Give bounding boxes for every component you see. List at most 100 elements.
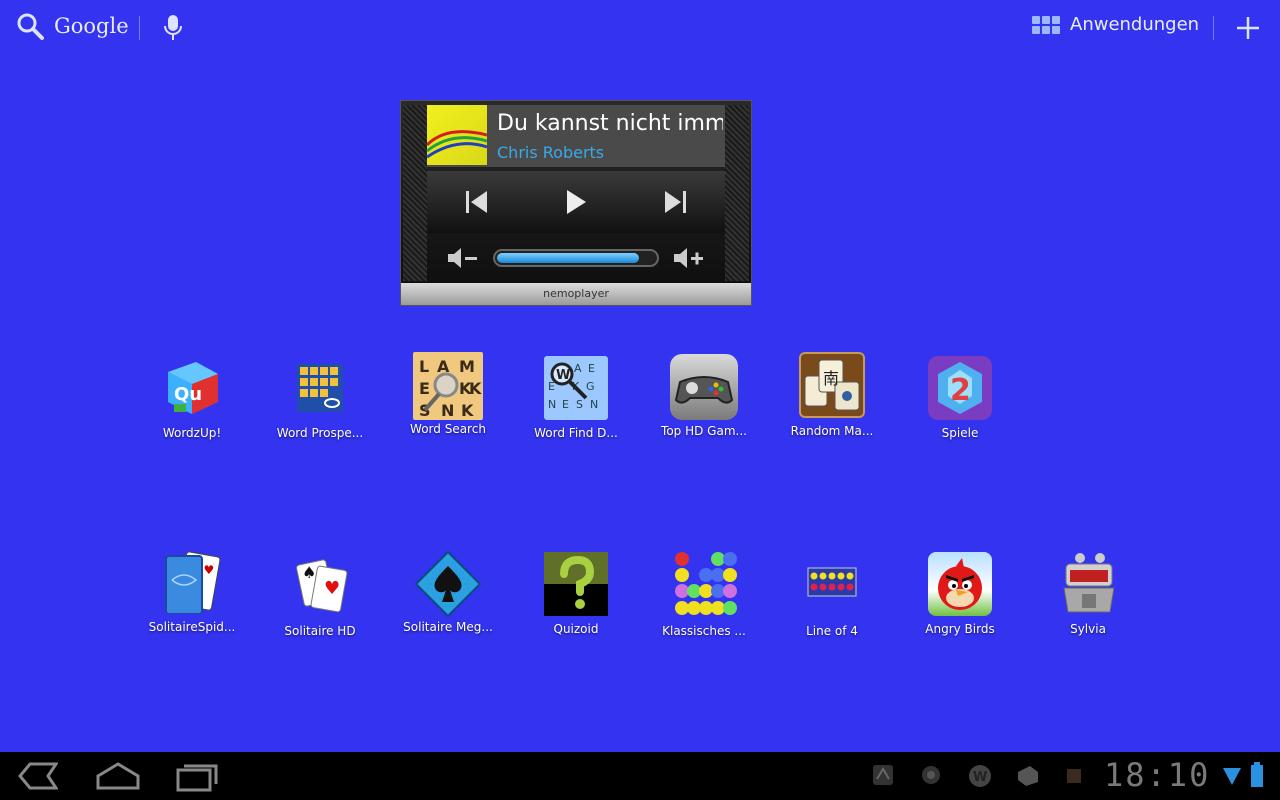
- svg-text:M: M: [459, 357, 475, 376]
- search-label: Google: [54, 14, 129, 38]
- app-label: Random Ma...: [790, 424, 874, 438]
- app-spiele[interactable]: 2 Spiele: [910, 356, 1010, 440]
- play-icon: [567, 190, 586, 214]
- app-label: Top HD Gam...: [661, 424, 747, 438]
- app-sylvia[interactable]: Sylvia: [1038, 550, 1138, 636]
- svg-text:南: 南: [823, 369, 839, 388]
- speaker-grille-right: [725, 105, 749, 281]
- app-label: Quizoid: [553, 622, 599, 636]
- app-solitaire-spider[interactable]: J♥ SolitaireSpid...: [142, 550, 242, 634]
- wordzup-icon: Qu: [160, 356, 224, 420]
- gamepad-icon: [670, 354, 738, 420]
- previous-button[interactable]: [465, 189, 489, 215]
- app-word-find[interactable]: AE EKG NESN W Word Find D...: [526, 356, 626, 440]
- download-notification-icon[interactable]: [1016, 764, 1040, 792]
- app-label: Spiele: [941, 426, 979, 440]
- svg-text:Qu: Qu: [174, 384, 202, 405]
- apps-grid-icon: [1032, 15, 1060, 34]
- svg-text:W: W: [973, 770, 987, 785]
- app-word-search[interactable]: LAM EKK SNK Word Search: [398, 352, 498, 436]
- back-button[interactable]: [16, 760, 59, 796]
- music-player-widget: Du kannst nicht imm Chris Roberts nemopl…: [400, 100, 752, 306]
- app-label: Word Find D...: [534, 426, 618, 440]
- app-solitaire-mega[interactable]: Solitaire Meg...: [398, 550, 498, 634]
- svg-text:K: K: [469, 379, 482, 398]
- volume-fill: [497, 253, 639, 263]
- connect-four-icon: [800, 564, 864, 604]
- app-angry-birds[interactable]: Angry Birds: [910, 552, 1010, 636]
- recent-apps-icon: [176, 764, 218, 792]
- volume-row: [427, 235, 725, 281]
- word-prospector-icon: [288, 356, 352, 420]
- playback-controls: [427, 171, 725, 233]
- widget-brand: nemoplayer: [401, 283, 751, 305]
- robot-icon: [1056, 550, 1120, 616]
- next-button[interactable]: [663, 189, 687, 215]
- song-title: Du kannst nicht imm: [497, 111, 723, 136]
- app-wordzup[interactable]: Qu WordzUp!: [142, 356, 242, 440]
- volume-down-icon: [448, 248, 477, 268]
- media-notification-icon[interactable]: [920, 764, 942, 790]
- svg-text:2: 2: [950, 373, 971, 408]
- screenshot-notification-icon[interactable]: [1066, 768, 1082, 788]
- app-quizoid[interactable]: Quizoid: [526, 552, 626, 636]
- word-search-icon: LAM EKK SNK: [413, 352, 483, 420]
- svg-text:G: G: [586, 380, 595, 393]
- app-top-hd-games[interactable]: Top HD Gam...: [654, 354, 754, 438]
- app-line-of-4[interactable]: Line of 4: [782, 564, 882, 638]
- svg-text:S: S: [576, 398, 583, 411]
- divider: [139, 16, 140, 40]
- google-search-button[interactable]: Google: [16, 12, 129, 40]
- apps-label: Anwendungen: [1070, 14, 1200, 35]
- spade-icon: [414, 550, 482, 618]
- svg-text:W: W: [556, 368, 570, 383]
- volume-slider[interactable]: [493, 249, 659, 267]
- voice-search-button[interactable]: [162, 14, 184, 46]
- now-playing[interactable]: Du kannst nicht imm Chris Roberts: [427, 105, 725, 167]
- svg-text:N: N: [441, 401, 454, 420]
- svg-text:N: N: [590, 398, 598, 411]
- app-label: Angry Birds: [925, 622, 995, 636]
- angry-bird-icon: [928, 552, 992, 616]
- recent-apps-button[interactable]: [176, 760, 218, 796]
- home-button[interactable]: [96, 760, 140, 796]
- app-label: Line of 4: [806, 624, 858, 638]
- app-word-prospector[interactable]: Word Prospe...: [270, 356, 370, 440]
- spider-solitaire-icon: J♥: [160, 550, 224, 614]
- top-bar: Google Anwendungen: [0, 0, 1280, 56]
- svg-text:♥: ♥: [324, 578, 340, 599]
- app-notification-icon[interactable]: W: [968, 764, 992, 792]
- clock[interactable]: 18:10: [1104, 756, 1210, 794]
- add-widget-button[interactable]: [1236, 16, 1260, 44]
- volume-down-button[interactable]: [447, 247, 479, 269]
- svg-text:E: E: [588, 362, 595, 375]
- artist-name: Chris Roberts: [497, 143, 605, 162]
- app-label: Solitaire Meg...: [403, 620, 493, 634]
- wifi-icon: [1222, 766, 1242, 790]
- question-mark-icon: [544, 552, 608, 616]
- svg-text:A: A: [574, 362, 582, 375]
- volume-up-icon: [674, 248, 703, 268]
- volume-up-button[interactable]: [673, 247, 705, 269]
- svg-text:E: E: [562, 398, 569, 411]
- system-bar: W 18:10: [0, 752, 1280, 800]
- svg-text:K: K: [461, 401, 474, 420]
- back-icon: [18, 762, 59, 790]
- solitaire-cards-icon: ♠ ♥: [288, 554, 352, 618]
- app-solitaire-hd[interactable]: ♠ ♥ Solitaire HD: [270, 554, 370, 638]
- app-label: Klassisches ...: [662, 624, 746, 638]
- app-random-mahjong[interactable]: 南 Random Ma...: [782, 352, 882, 438]
- divider: [1213, 16, 1214, 40]
- svg-text:♠: ♠: [302, 563, 316, 582]
- sync-notification-icon[interactable]: [872, 764, 894, 790]
- app-klassisches[interactable]: Klassisches ...: [654, 550, 754, 638]
- plus-icon: [1237, 17, 1259, 39]
- spiele-gem-icon: 2: [928, 356, 992, 420]
- speaker-grille-left: [403, 105, 427, 281]
- album-art: [427, 105, 487, 165]
- previous-icon: [466, 191, 487, 213]
- all-apps-button[interactable]: Anwendungen: [1032, 14, 1199, 35]
- svg-text:L: L: [419, 357, 429, 376]
- mahjong-icon: 南: [799, 352, 865, 418]
- play-button[interactable]: [565, 189, 587, 215]
